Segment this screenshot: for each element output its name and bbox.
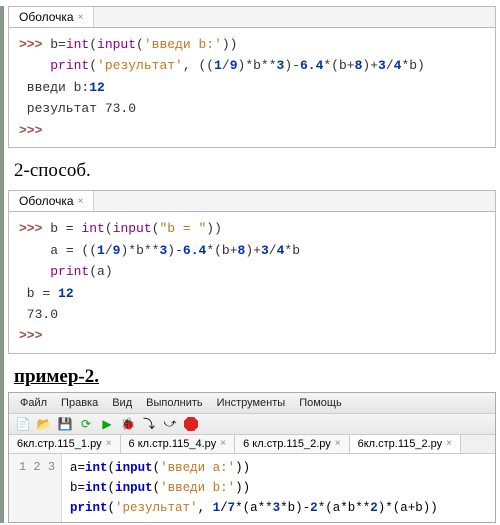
file-tab-row: 6кл.стр.115_1.py× 6 кл.стр.115_4.py× 6 к… [9, 435, 495, 454]
open-file-icon[interactable]: 📂 [36, 416, 52, 432]
file-tab-2[interactable]: 6 кл.стр.115_2.ру× [235, 435, 349, 453]
prompt: >>> [19, 221, 42, 236]
prompt: >>> [19, 328, 42, 343]
menu-tools[interactable]: Инструменты [210, 395, 293, 411]
run-icon[interactable]: ▶ [99, 416, 115, 432]
step-over-icon[interactable]: ⤻ [162, 416, 178, 432]
heading-method-2: 2-способ. [4, 154, 500, 184]
close-icon[interactable]: × [446, 438, 452, 449]
menu-bar: Файл Правка Вид Выполнить Инструменты По… [9, 393, 495, 414]
shell1-tab-row: Оболочка × [9, 7, 495, 28]
close-icon[interactable]: × [220, 438, 226, 449]
shell2-tab-row: Оболочка × [9, 191, 495, 212]
shell2-tab[interactable]: Оболочка × [9, 191, 94, 211]
shell1-content: >>> b=int(input('введи b:')) print('резу… [9, 28, 495, 147]
shell1-tab-label: Оболочка [19, 10, 74, 24]
save-icon[interactable]: 💾 [57, 416, 73, 432]
close-icon[interactable]: × [78, 12, 84, 23]
menu-edit[interactable]: Правка [54, 395, 105, 411]
editor-code[interactable]: a=int(input('введи a:')) b=int(input('вв… [62, 454, 446, 522]
toolbar: 📄 📂 💾 ⟳ ▶ 🐞 ⤵ ⤻ [9, 414, 495, 435]
refresh-icon[interactable]: ⟳ [78, 416, 94, 432]
shell2-tab-label: Оболочка [19, 194, 74, 208]
debug-icon[interactable]: 🐞 [120, 416, 136, 432]
menu-run[interactable]: Выполнить [139, 395, 209, 411]
shell1-tab[interactable]: Оболочка × [9, 7, 94, 27]
close-icon[interactable]: × [106, 438, 112, 449]
code-editor: Файл Правка Вид Выполнить Инструменты По… [8, 392, 496, 523]
stop-icon[interactable] [183, 416, 199, 432]
close-icon[interactable]: × [335, 438, 341, 449]
shell-block-2: Оболочка × >>> b = int(input("b = ")) a … [8, 190, 496, 354]
close-icon[interactable]: × [78, 196, 84, 207]
prompt: >>> [19, 37, 42, 52]
heading-example-2: пример-2. [4, 360, 500, 390]
shell2-content: >>> b = int(input("b = ")) a = ((1/9)*b*… [9, 212, 495, 353]
new-file-icon[interactable]: 📄 [15, 416, 31, 432]
step-icon[interactable]: ⤵ [141, 416, 157, 432]
file-tab-0[interactable]: 6кл.стр.115_1.py× [9, 435, 121, 453]
prompt: >>> [19, 123, 42, 138]
line-gutter: 1 2 3 [9, 454, 62, 522]
shell-block-1: Оболочка × >>> b=int(input('введи b:')) … [8, 6, 496, 148]
menu-help[interactable]: Помощь [292, 395, 349, 411]
menu-view[interactable]: Вид [105, 395, 139, 411]
menu-file[interactable]: Файл [13, 395, 54, 411]
file-tab-1[interactable]: 6 кл.стр.115_4.py× [121, 435, 236, 453]
file-tab-3[interactable]: 6кл.стр.115_2.ру× [350, 435, 461, 453]
editor-body: 1 2 3 a=int(input('введи a:')) b=int(inp… [9, 454, 495, 522]
